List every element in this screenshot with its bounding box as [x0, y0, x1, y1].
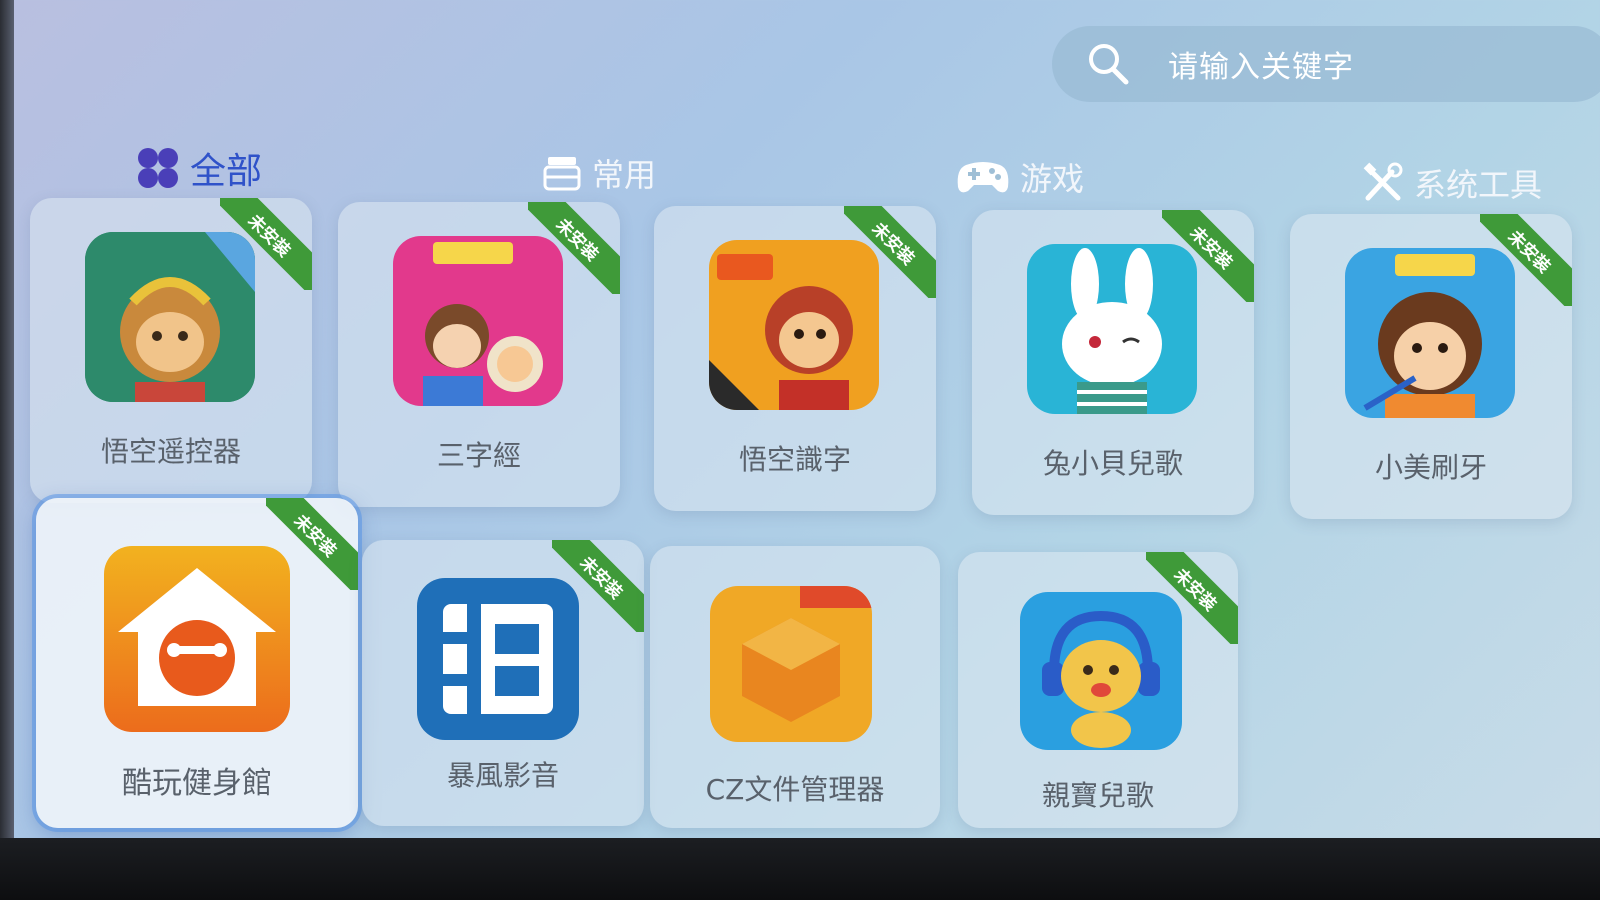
app-label: 三字經: [436, 439, 521, 472]
app-label: 親寶兒歌: [1041, 779, 1154, 812]
tab-games[interactable]: 游戏: [956, 154, 1084, 200]
search-bar[interactable]: 请输入关键字: [1052, 26, 1600, 102]
tray-icon: [543, 157, 581, 191]
app-tile-cz-file-manager[interactable]: CZ文件管理器: [650, 546, 940, 828]
tab-label: 游戏: [1020, 160, 1085, 198]
search-icon: [1089, 44, 1129, 85]
not-installed-badge: 未安装: [528, 202, 620, 294]
search-placeholder: 请输入关键字: [1168, 50, 1354, 85]
app-tile-wukong-literacy[interactable]: 悟空識字 未安装: [654, 206, 936, 511]
tab-label: 全部: [190, 151, 263, 192]
grid-icon: [138, 148, 178, 188]
tab-common[interactable]: 常用: [542, 150, 656, 196]
tab-label: 常用: [592, 156, 657, 194]
app-label: 悟空識字: [738, 443, 851, 476]
not-installed-badge: 未安装: [1146, 552, 1238, 644]
app-tile-rabbit-songs[interactable]: 兔小貝兒歌 未安装: [972, 210, 1254, 515]
not-installed-badge: 未安装: [266, 498, 358, 590]
not-installed-badge: 未安装: [844, 206, 936, 298]
file-manager-icon: [710, 586, 872, 742]
not-installed-badge: 未安装: [552, 540, 644, 632]
app-label: 小美刷牙: [1374, 451, 1487, 484]
app-tile-fitness-club[interactable]: 酷玩健身館 未安装: [36, 498, 358, 828]
gamepad-icon: [957, 162, 1009, 193]
app-label: 暴風影音: [446, 759, 559, 792]
app-label: 悟空遥控器: [100, 435, 241, 468]
app-label: 兔小貝兒歌: [1042, 447, 1183, 480]
app-label: 酷玩健身館: [122, 766, 272, 801]
app-tile-baby-songs[interactable]: 親寶兒歌 未安装: [958, 552, 1238, 828]
not-installed-badge: 未安装: [1480, 214, 1572, 306]
tv-bezel-bottom: [0, 838, 1600, 900]
app-tile-toothbrush-girl[interactable]: 小美刷牙 未安装: [1290, 214, 1572, 519]
tab-label: 系统工具: [1414, 166, 1543, 204]
not-installed-badge: 未安装: [1162, 210, 1254, 302]
tab-system-tools[interactable]: 系统工具: [1362, 160, 1542, 206]
tools-icon: [1363, 162, 1403, 201]
app-tile-three-character-classic[interactable]: 三字經 未安装: [338, 202, 620, 507]
tv-bezel-left: [0, 0, 14, 900]
fitness-house-icon: [104, 546, 290, 732]
tab-all[interactable]: 全部: [136, 142, 262, 194]
app-tile-wukong-remote[interactable]: 悟空遥控器 未安装: [30, 198, 312, 503]
app-label: CZ文件管理器: [705, 773, 885, 806]
app-tile-storm-player[interactable]: 暴風影音 未安装: [362, 540, 644, 826]
not-installed-badge: 未安装: [220, 198, 312, 290]
